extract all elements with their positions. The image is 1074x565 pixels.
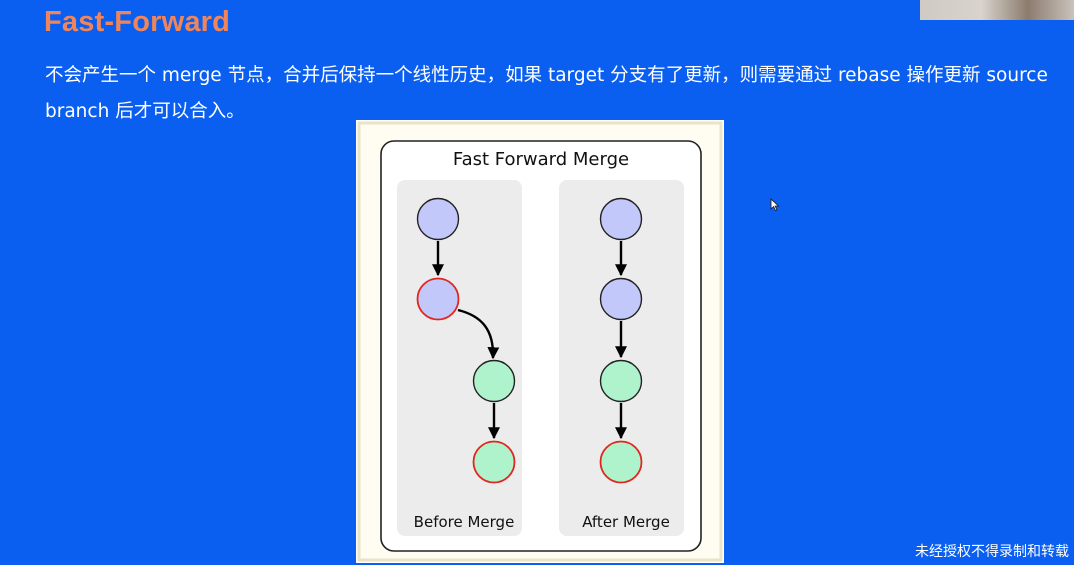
commit-node-after-2 bbox=[599, 277, 643, 321]
before-merge-label: Before Merge bbox=[414, 513, 515, 531]
diagram-canvas: Fast Forward Merge Before Merge After Me… bbox=[357, 121, 723, 562]
commit-node-after-4-head bbox=[599, 440, 643, 484]
commit-node-before-3 bbox=[472, 359, 516, 403]
copyright-watermark: 未经授权不得录制和转载 bbox=[915, 544, 1069, 560]
mouse-pointer-icon bbox=[770, 197, 780, 216]
before-merge-panel bbox=[397, 180, 522, 536]
after-merge-label: After Merge bbox=[582, 513, 670, 531]
commit-node-before-1 bbox=[416, 197, 460, 241]
commit-node-before-4-source bbox=[472, 440, 516, 484]
commit-node-before-2-target bbox=[416, 277, 460, 321]
commit-node-after-1 bbox=[599, 197, 643, 241]
slide-title: Fast-Forward bbox=[44, 6, 231, 38]
webcam-overlay bbox=[920, 0, 1074, 20]
fast-forward-diagram: Fast Forward Merge Before Merge After Me… bbox=[356, 120, 724, 563]
diagram-title: Fast Forward Merge bbox=[453, 149, 629, 170]
commit-node-after-3 bbox=[599, 359, 643, 403]
